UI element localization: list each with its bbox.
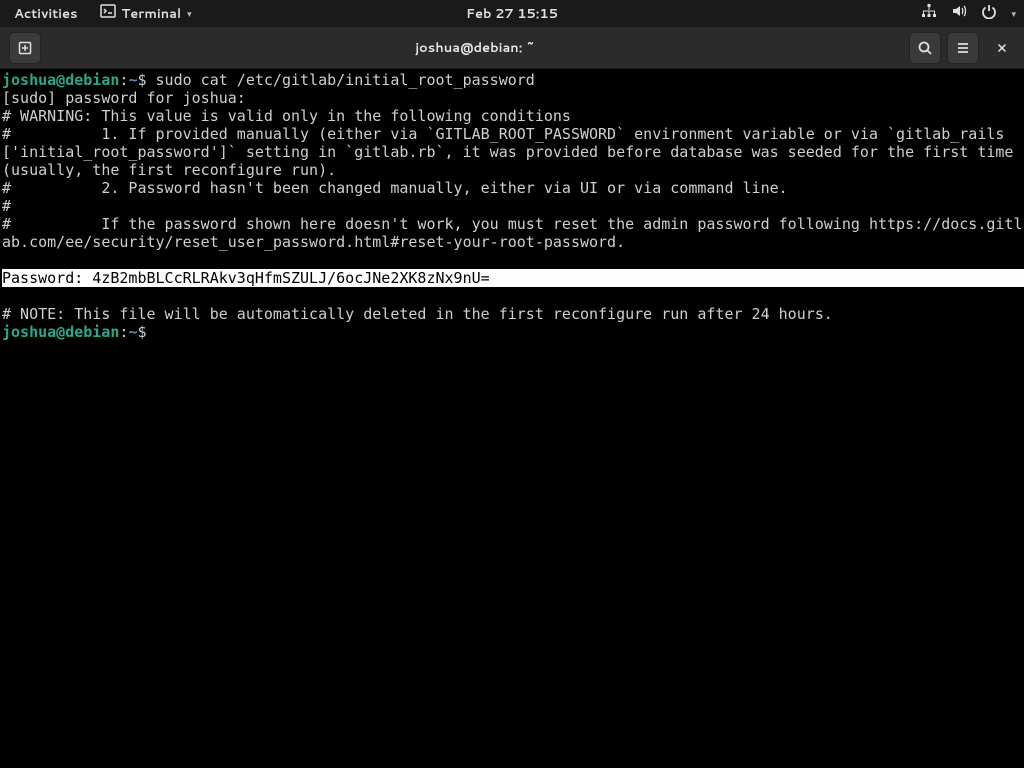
output-line: # If the password shown here doesn't wor… xyxy=(2,215,1022,251)
clock-button[interactable]: Feb 27 15:15 xyxy=(466,5,558,23)
terminal-content[interactable]: joshua@debian:~$ sudo cat /etc/gitlab/in… xyxy=(0,69,1024,768)
output-line: # 1. If provided manually (either via `G… xyxy=(2,125,1022,179)
power-icon xyxy=(981,3,997,24)
new-tab-button[interactable] xyxy=(9,32,41,64)
hamburger-menu-button[interactable] xyxy=(947,32,979,64)
output-line: # 2. Password hasn't been changed manual… xyxy=(2,179,788,197)
terminal-window: joshua@debian: ~ joshua@debian:~$ sudo c… xyxy=(0,27,1024,768)
clock-label: Feb 27 15:15 xyxy=(466,5,558,23)
command-text: sudo cat /etc/gitlab/initial_root_passwo… xyxy=(156,71,535,89)
search-button[interactable] xyxy=(909,32,941,64)
terminal-icon xyxy=(100,3,116,24)
chevron-down-icon: ▾ xyxy=(1011,7,1016,20)
gnome-top-panel: Activities Terminal ▾ Feb 27 15:15 xyxy=(0,0,1024,27)
activities-button[interactable]: Activities xyxy=(8,3,84,25)
output-line: # xyxy=(2,197,11,215)
prompt-sigil: $ xyxy=(137,71,155,89)
output-line: # WARNING: This value is valid only in t… xyxy=(2,107,571,125)
app-menu-button[interactable]: Terminal ▾ xyxy=(100,3,192,24)
output-line: # NOTE: This file will be automatically … xyxy=(2,305,833,323)
system-tray[interactable]: ▾ xyxy=(921,3,1016,24)
password-line-highlighted: Password: 4zB2mbBLCcRLRAkv3qHfmSZULJ/6oc… xyxy=(2,269,1024,287)
close-button[interactable] xyxy=(986,32,1018,64)
output-line: [sudo] password for joshua: xyxy=(2,89,246,107)
prompt-sigil: $ xyxy=(137,323,155,341)
network-icon xyxy=(921,3,937,24)
prompt-userhost: joshua@debian xyxy=(2,323,119,341)
prompt-userhost: joshua@debian xyxy=(2,71,119,89)
app-menu-label: Terminal xyxy=(122,5,182,23)
output-blank xyxy=(2,251,11,269)
window-title: joshua@debian: ~ xyxy=(44,39,906,57)
window-titlebar: joshua@debian: ~ xyxy=(0,27,1024,69)
volume-icon xyxy=(951,3,967,24)
output-blank xyxy=(2,287,11,305)
chevron-down-icon: ▾ xyxy=(187,7,192,20)
